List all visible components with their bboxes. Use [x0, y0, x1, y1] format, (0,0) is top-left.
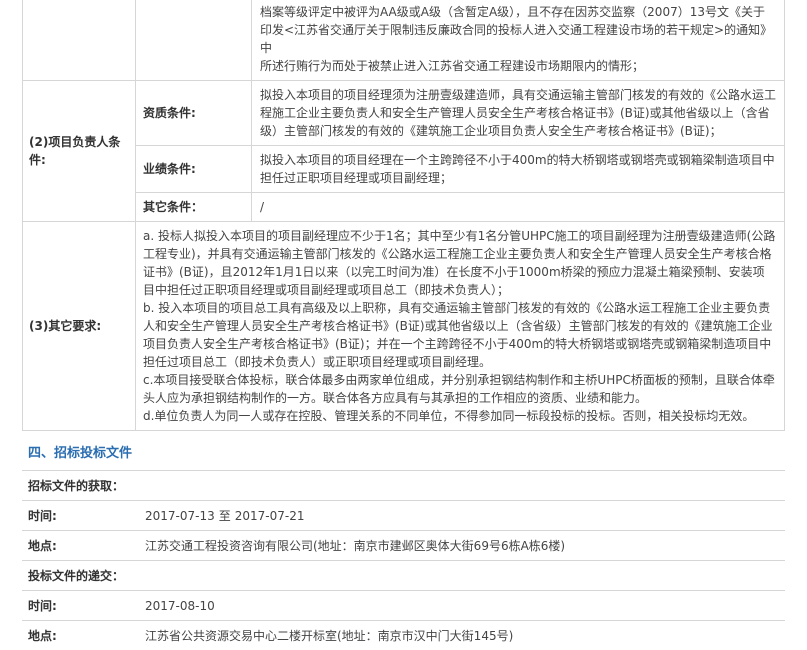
- time-label: 时间:: [28, 509, 57, 523]
- table-row: 其它条件： 档案等级评定中被评为AA级或A级（含暂定A级），且不存在因苏交监察（…: [22, 0, 785, 81]
- other-conditions-text-top: 档案等级评定中被评为AA级或A级（含暂定A级），且不存在因苏交监察（2007）1…: [251, 0, 785, 81]
- tender-file-info: 招标文件的获取： 时间: 2017-07-13 至 2017-07-21 地点: 江…: [22, 471, 785, 650]
- qualification-table: 其它条件： 档案等级评定中被评为AA级或A级（含暂定A级），且不存在因苏交监察（…: [22, 0, 785, 431]
- submit-time-label: 时间:: [28, 599, 57, 613]
- other-conditions-text: /: [251, 192, 785, 222]
- table-row: (3)其它要求: a. 投标人拟投入本项目的项目副经理应不少于1名；其中至少有1…: [22, 221, 785, 431]
- other-conditions-label: 其它条件：: [135, 192, 252, 222]
- other-requirements-text: a. 投标人拟投入本项目的项目副经理应不少于1名；其中至少有1名分管UHPC施工…: [135, 221, 785, 431]
- obtain-time-row: 时间: 2017-07-13 至 2017-07-21: [22, 501, 785, 531]
- project-manager-label: (2)项目负责人条件:: [22, 80, 136, 222]
- table-row: (2)项目负责人条件: 资质条件: 拟投入本项目的项目经理须为注册壹级建造师，具…: [22, 80, 785, 222]
- performance-text: 拟投入本项目的项目经理在一个主跨跨径不小于400m的特大桥钢塔或钢塔壳或钢箱梁制…: [251, 145, 785, 193]
- obtain-label: 招标文件的获取：: [28, 479, 125, 493]
- obtain-place-value: 江苏交通工程投资咨询有限公司(地址：南京市建邺区奥体大街69号6栋A栋6楼): [145, 539, 566, 553]
- tender-content: 其它条件： 档案等级评定中被评为AA级或A级（含暂定A级），且不存在因苏交监察（…: [22, 0, 785, 650]
- obtain-row: 招标文件的获取：: [22, 471, 785, 501]
- requirement-item: d.单位负责人为同一人或存在控股、管理关系的不同单位，不得参加同一标段投标的投标…: [143, 409, 755, 423]
- qualification-text: 拟投入本项目的项目经理须为注册壹级建造师，具有交通运输主管部门核发的有效的《公路…: [251, 80, 785, 146]
- submit-time-row: 时间: 2017-08-10: [22, 591, 785, 621]
- section-heading: 四、招标投标文件: [28, 446, 133, 461]
- table-row: 其它条件： /: [23, 192, 785, 222]
- performance-label: 业绩条件:: [135, 145, 252, 193]
- submit-place-label: 地点:: [28, 629, 57, 643]
- requirement-item: c.本项目接受联合体投标，联合体最多由两家单位组成，并分别承担钢结构制作和主桥U…: [143, 373, 775, 405]
- submit-time-value: 2017-08-10: [145, 598, 215, 613]
- other-conditions-label-top: 其它条件：: [135, 0, 252, 81]
- submit-label: 投标文件的递交：: [28, 569, 125, 583]
- obtain-place-row: 地点: 江苏交通工程投资咨询有限公司(地址：南京市建邺区奥体大街69号6栋A栋6…: [22, 531, 785, 561]
- place-label: 地点:: [28, 539, 57, 553]
- table-row: 业绩条件: 拟投入本项目的项目经理在一个主跨跨径不小于400m的特大桥钢塔或钢塔…: [23, 145, 785, 193]
- submit-place-row: 地点: 江苏省公共资源交易中心二楼开标室(地址：南京市汉中门大街145号): [22, 621, 785, 650]
- obtain-time-value: 2017-07-13 至 2017-07-21: [145, 509, 305, 523]
- section-label-empty: [22, 0, 136, 81]
- submit-place-value: 江苏省公共资源交易中心二楼开标室(地址：南京市汉中门大街145号): [145, 629, 514, 643]
- requirement-item: b. 投入本项目的项目总工具有高级及以上职称，具有交通运输主管部门核发的有效的《…: [143, 301, 773, 369]
- requirement-item: a. 投标人拟投入本项目的项目副经理应不少于1名；其中至少有1名分管UHPC施工…: [143, 229, 776, 297]
- submit-row: 投标文件的递交：: [22, 561, 785, 591]
- other-requirements-label: (3)其它要求:: [22, 221, 136, 431]
- qualification-label: 资质条件:: [135, 80, 252, 146]
